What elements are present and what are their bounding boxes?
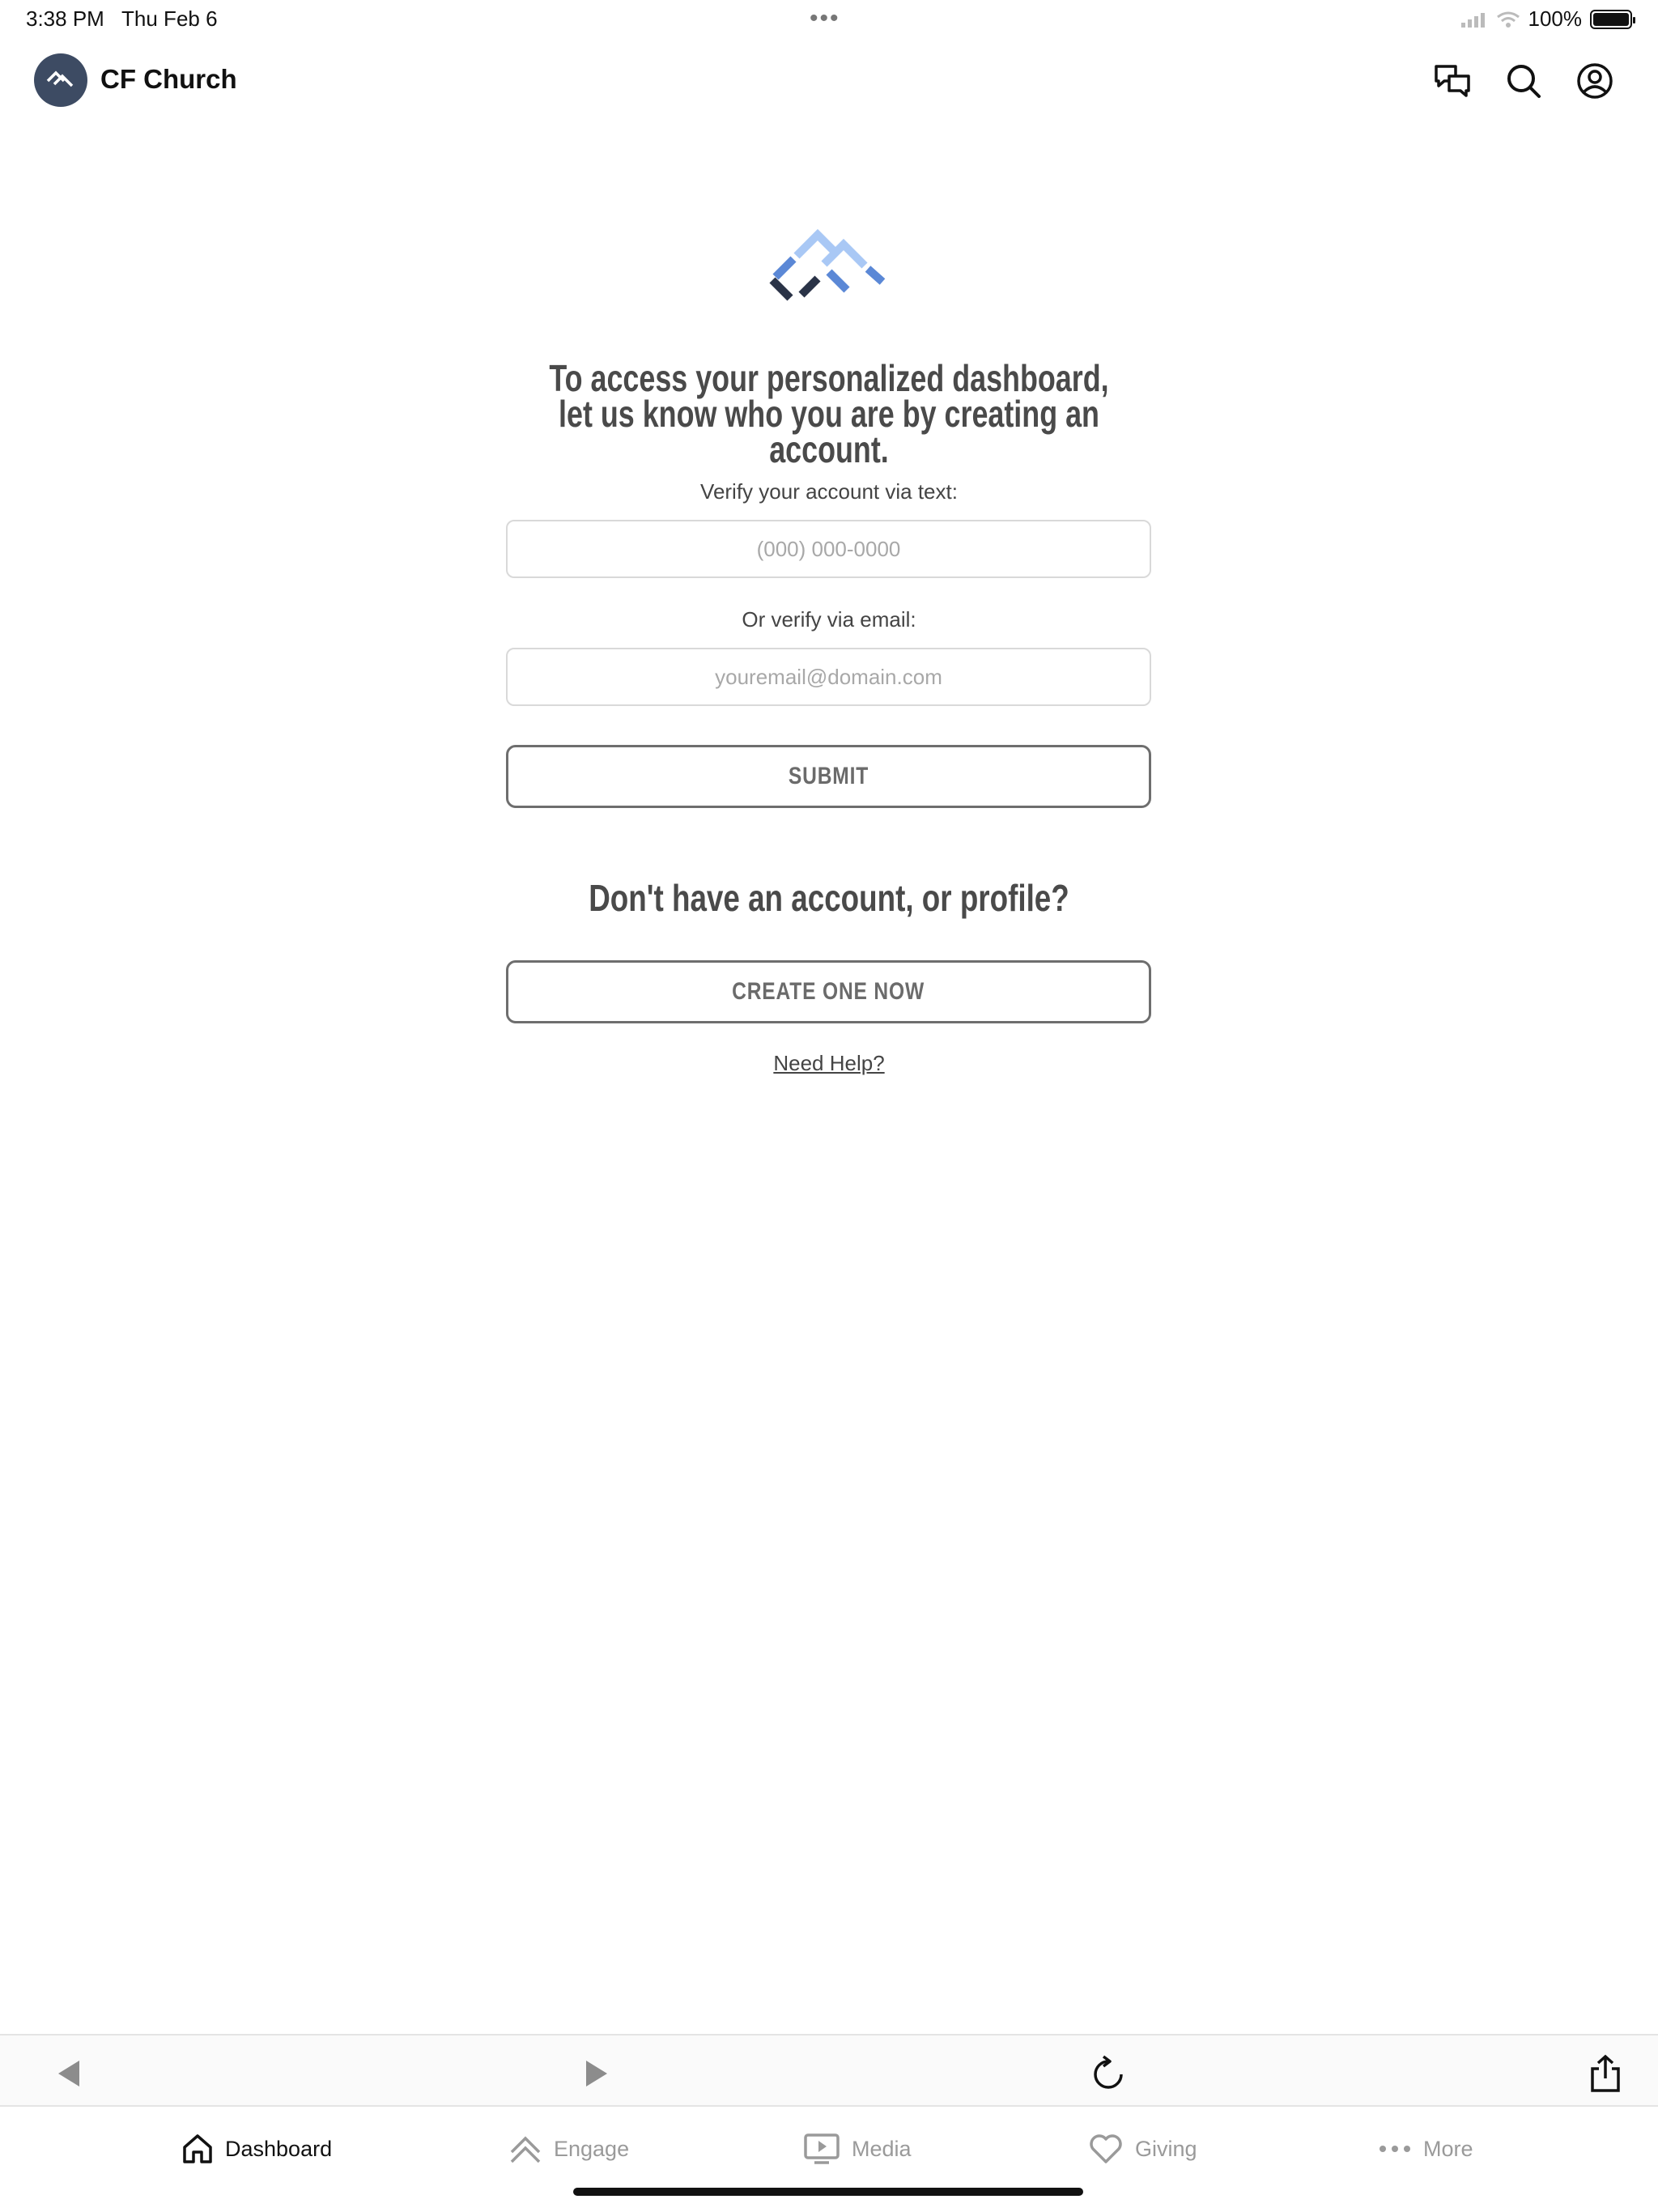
- status-time-label: 3:38 PM: [26, 6, 104, 31]
- forward-icon[interactable]: [575, 2052, 619, 2095]
- tab-media-label: Media: [852, 2136, 912, 2161]
- submit-button-label: SUBMIT: [788, 763, 869, 789]
- create-account-button[interactable]: CREATE ONE NOW: [506, 960, 1151, 1023]
- reload-icon[interactable]: [1086, 2052, 1130, 2095]
- home-indicator[interactable]: [573, 2188, 1083, 2196]
- email-label: Or verify via email:: [742, 607, 916, 632]
- email-input[interactable]: [506, 648, 1151, 706]
- tab-giving[interactable]: Giving: [1088, 2128, 1197, 2170]
- tab-bar: Dashboard Engage Media Giving More: [0, 2108, 1658, 2189]
- tab-media[interactable]: Media: [803, 2128, 912, 2170]
- chat-icon[interactable]: [1430, 58, 1475, 104]
- status-indicators: 100%: [1460, 6, 1635, 32]
- cellular-signal-icon: [1460, 12, 1485, 28]
- submit-button[interactable]: SUBMIT: [506, 745, 1151, 808]
- create-account-button-label: CREATE ONE NOW: [732, 978, 925, 1005]
- phone-label: Verify your account via text:: [700, 479, 958, 504]
- no-account-heading: Don't have an account, or profile?: [589, 877, 1069, 919]
- tab-more[interactable]: More: [1378, 2128, 1473, 2170]
- status-bar: 3:38 PM Thu Feb 6 ••• 100%: [0, 0, 1658, 39]
- heart-icon: [1090, 2134, 1122, 2163]
- tab-more-label: More: [1423, 2136, 1473, 2161]
- phone-input[interactable]: [506, 520, 1151, 578]
- back-icon[interactable]: [47, 2052, 91, 2095]
- media-icon: [804, 2133, 840, 2164]
- multitasking-dots-icon[interactable]: •••: [810, 5, 840, 32]
- wifi-icon: [1496, 11, 1520, 28]
- tab-engage-label: Engage: [554, 2136, 630, 2161]
- engage-icon: [510, 2136, 541, 2163]
- battery-percent: 100%: [1528, 6, 1583, 31]
- home-icon: [183, 2134, 212, 2163]
- screen: 3:38 PM Thu Feb 6 ••• 100% CF Church To …: [0, 0, 1658, 2212]
- brand-logo-icon[interactable]: [34, 53, 87, 107]
- page-headline: To access your personalized dashboard, l…: [549, 357, 1109, 470]
- account-icon[interactable]: [1572, 58, 1618, 104]
- church-logo-icon: [769, 228, 886, 301]
- share-icon[interactable]: [1584, 2052, 1627, 2095]
- status-time: 3:38 PM Thu Feb 6: [26, 6, 218, 32]
- tab-dashboard-label: Dashboard: [225, 2136, 333, 2161]
- status-date-label: Thu Feb 6: [121, 6, 218, 31]
- app-name[interactable]: CF Church: [100, 64, 237, 95]
- browser-toolbar: [0, 2034, 1658, 2107]
- need-help-link[interactable]: Need Help?: [667, 1051, 991, 1076]
- tab-giving-label: Giving: [1135, 2136, 1197, 2161]
- battery-icon: [1590, 9, 1635, 29]
- tab-dashboard[interactable]: Dashboard: [181, 2128, 332, 2170]
- app-header: CF Church: [0, 49, 1658, 113]
- tab-engage[interactable]: Engage: [508, 2128, 629, 2170]
- search-icon[interactable]: [1501, 58, 1546, 104]
- more-icon: [1380, 2146, 1410, 2152]
